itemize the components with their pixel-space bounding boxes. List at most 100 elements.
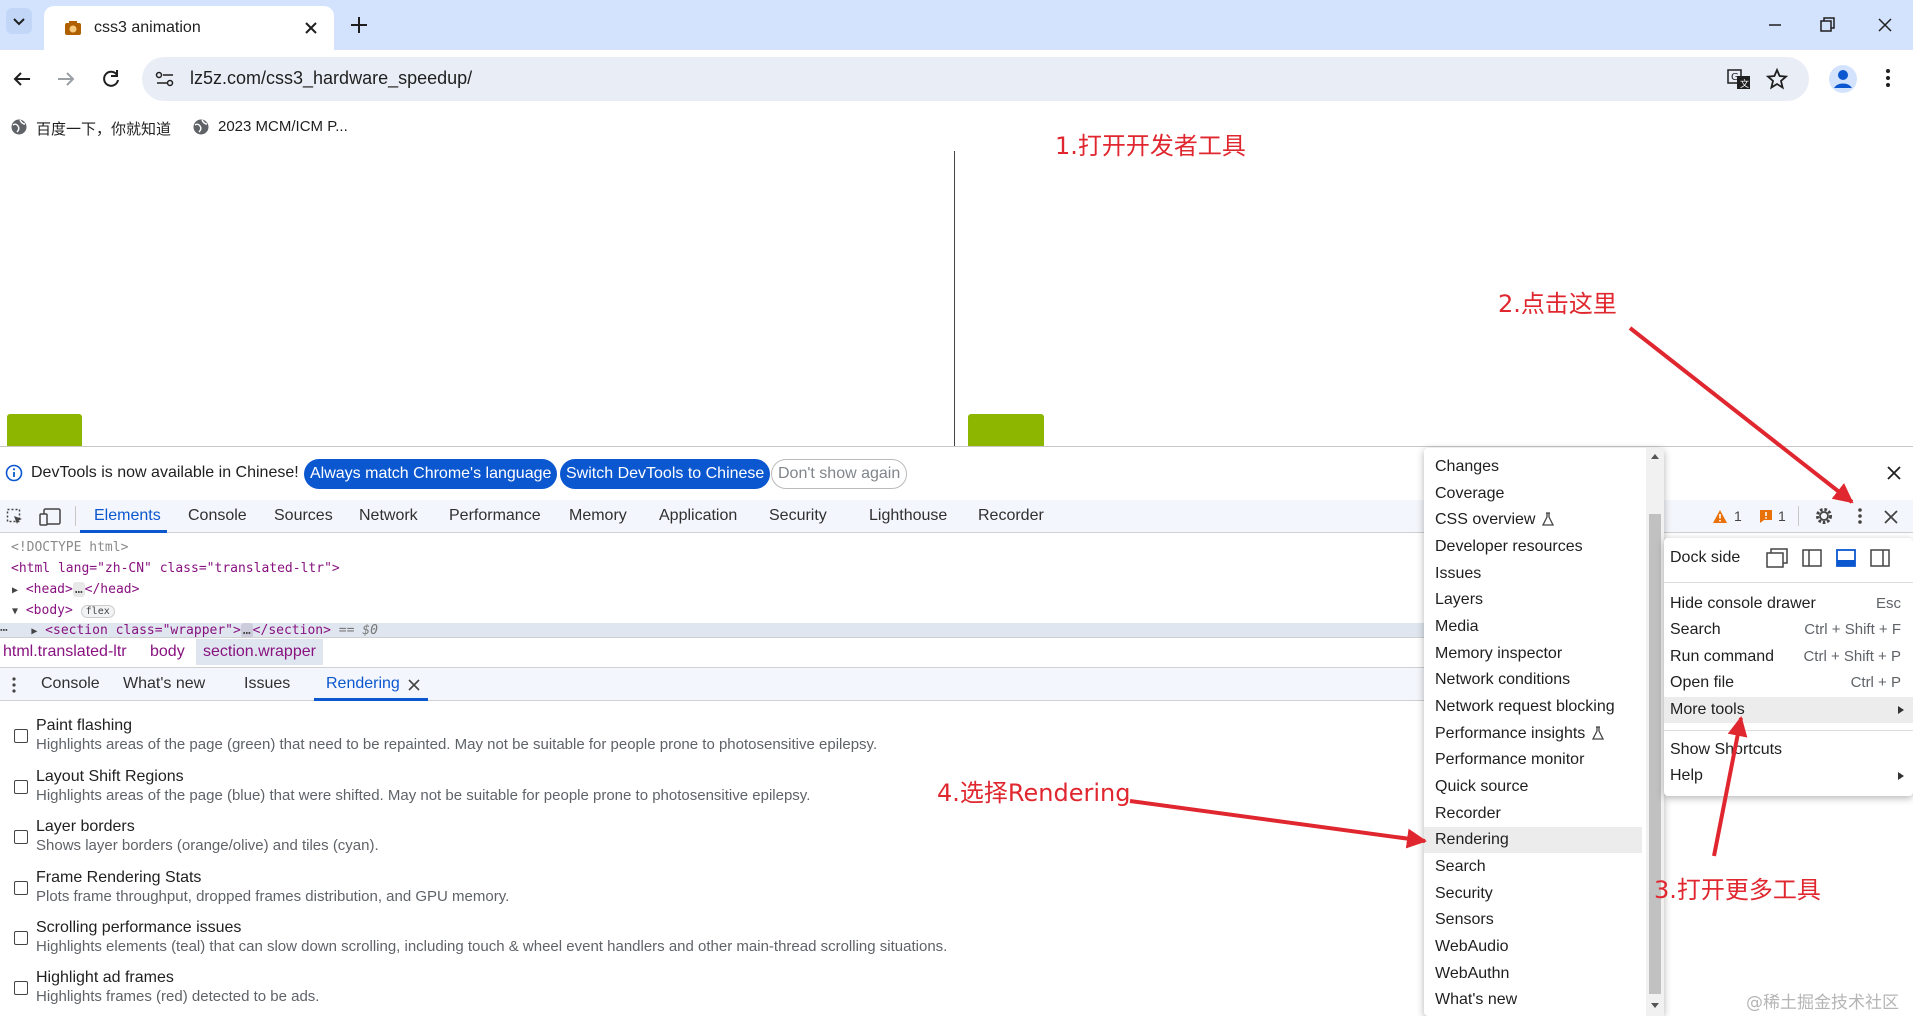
dom-line[interactable]: ▼ <body> flex bbox=[12, 603, 115, 618]
tab-application[interactable]: Application bbox=[659, 507, 737, 525]
tab-memory[interactable]: Memory bbox=[569, 507, 627, 525]
menu-item-search[interactable]: Search bbox=[1424, 854, 1642, 880]
menu-item-performance-insights[interactable]: Performance insights bbox=[1424, 721, 1642, 747]
switch-to-chinese-button[interactable]: Switch DevTools to Chinese bbox=[560, 459, 771, 489]
forward-icon[interactable] bbox=[54, 67, 78, 91]
url-text[interactable]: lz5z.com/css3_hardware_speedup/ bbox=[190, 68, 472, 89]
menu-item-search[interactable]: Search Ctrl + Shift + F bbox=[1670, 617, 1907, 643]
drawer-tab-rendering[interactable]: Rendering bbox=[326, 675, 400, 693]
menu-item-open-file[interactable]: Open file Ctrl + P bbox=[1670, 670, 1907, 696]
dock-right-icon[interactable] bbox=[1870, 548, 1890, 568]
dom-line[interactable]: <html lang="zh-CN" class="translated-ltr… bbox=[11, 561, 340, 576]
warning-icon[interactable] bbox=[1712, 509, 1728, 524]
dont-show-again-button[interactable]: Don't show again bbox=[771, 459, 908, 489]
tab-network[interactable]: Network bbox=[359, 507, 418, 525]
menu-item-network-conditions[interactable]: Network conditions bbox=[1424, 667, 1642, 693]
close-infobar-icon[interactable] bbox=[1886, 465, 1902, 481]
tab-sources[interactable]: Sources bbox=[274, 507, 333, 525]
match-language-button[interactable]: Always match Chrome's language bbox=[304, 459, 558, 489]
menu-item-sensors[interactable]: Sensors bbox=[1424, 907, 1642, 933]
breadcrumb-body[interactable]: body bbox=[150, 643, 185, 661]
issues-icon[interactable] bbox=[1759, 509, 1773, 524]
dom-line-selected[interactable]: ⋯ ▶ <section class="wrapper">… </section>… bbox=[0, 623, 1424, 637]
tab-lighthouse[interactable]: Lighthouse bbox=[869, 507, 947, 525]
minimize-icon[interactable] bbox=[1766, 16, 1784, 34]
tab-elements[interactable]: Elements bbox=[94, 507, 161, 525]
menu-item-show-shortcuts[interactable]: Show Shortcuts bbox=[1670, 737, 1907, 763]
menu-item-help[interactable]: Help bbox=[1670, 763, 1907, 789]
menu-item-run-command[interactable]: Run command Ctrl + Shift + P bbox=[1670, 644, 1907, 670]
menu-item-webauthn[interactable]: WebAuthn bbox=[1424, 961, 1642, 987]
menu-item-coverage[interactable]: Coverage bbox=[1424, 481, 1642, 507]
scroll-up-arrow-icon[interactable] bbox=[1650, 452, 1660, 460]
restore-icon[interactable] bbox=[1818, 16, 1836, 34]
dock-left-icon[interactable] bbox=[1802, 548, 1822, 568]
highlight-ad-frames-checkbox[interactable] bbox=[14, 981, 28, 995]
close-rendering-tab-icon[interactable] bbox=[408, 679, 420, 691]
inspect-element-icon[interactable] bbox=[6, 508, 24, 526]
site-info-icon[interactable] bbox=[154, 69, 176, 89]
close-devtools-icon[interactable] bbox=[1883, 509, 1899, 525]
customize-devtools-icon[interactable] bbox=[1850, 506, 1870, 526]
dom-line[interactable]: <!DOCTYPE html> bbox=[11, 540, 128, 555]
drawer-menu-icon[interactable] bbox=[6, 676, 22, 694]
breadcrumb-section[interactable]: section.wrapper bbox=[196, 639, 323, 665]
profile-avatar-icon[interactable] bbox=[1828, 64, 1858, 94]
address-bar[interactable]: lz5z.com/css3_hardware_speedup/ G文 bbox=[142, 57, 1809, 101]
tab-security[interactable]: Security bbox=[769, 507, 827, 525]
flex-badge[interactable]: flex bbox=[80, 605, 115, 618]
menu-item-media[interactable]: Media bbox=[1424, 614, 1642, 640]
close-window-icon[interactable] bbox=[1875, 15, 1895, 35]
menu-item-issues[interactable]: Issues bbox=[1424, 561, 1642, 587]
breadcrumb-html[interactable]: html.translated-ltr bbox=[3, 643, 127, 661]
menu-item-quick-source[interactable]: Quick source bbox=[1424, 774, 1642, 800]
tab-console[interactable]: Console bbox=[188, 507, 247, 525]
dock-bottom-icon[interactable] bbox=[1836, 548, 1856, 568]
paint-flashing-checkbox[interactable] bbox=[14, 729, 28, 743]
menu-item-webaudio[interactable]: WebAudio bbox=[1424, 934, 1642, 960]
back-icon[interactable] bbox=[10, 67, 34, 91]
menu-item-security[interactable]: Security bbox=[1424, 881, 1642, 907]
undock-icon[interactable] bbox=[1766, 548, 1788, 568]
menu-item-memory-inspector[interactable]: Memory inspector bbox=[1424, 641, 1642, 667]
ellipsis-badge[interactable]: … bbox=[240, 623, 253, 637]
menu-item-changes[interactable]: Changes bbox=[1424, 454, 1642, 480]
menu-item-performance-monitor[interactable]: Performance monitor bbox=[1424, 747, 1642, 773]
drawer-tab-whats-new[interactable]: What's new bbox=[123, 675, 205, 693]
frame-rendering-stats-checkbox[interactable] bbox=[14, 881, 28, 895]
scrolling-performance-checkbox[interactable] bbox=[14, 931, 28, 945]
menu-item-rendering[interactable]: Rendering bbox=[1424, 827, 1642, 853]
settings-gear-icon[interactable] bbox=[1814, 506, 1834, 526]
drawer-tab-console[interactable]: Console bbox=[41, 675, 100, 693]
dom-line[interactable]: ▶ <head>… </head> bbox=[12, 582, 139, 597]
expand-triangle-icon[interactable]: ▶ bbox=[12, 585, 18, 596]
menu-item-recorder[interactable]: Recorder bbox=[1424, 801, 1642, 827]
reload-icon[interactable] bbox=[99, 67, 123, 91]
layout-shift-checkbox[interactable] bbox=[14, 780, 28, 794]
layer-borders-checkbox[interactable] bbox=[14, 830, 28, 844]
close-tab-icon[interactable] bbox=[302, 19, 320, 37]
menu-item-developer-resources[interactable]: Developer resources bbox=[1424, 534, 1642, 560]
translate-icon[interactable]: G文 bbox=[1727, 68, 1751, 90]
menu-item-layers[interactable]: Layers bbox=[1424, 587, 1642, 613]
menu-item-css-overview[interactable]: CSS overview bbox=[1424, 507, 1642, 533]
menu-item-hide-console-drawer[interactable]: Hide console drawer Esc bbox=[1670, 591, 1907, 617]
new-tab-icon[interactable] bbox=[348, 14, 370, 36]
chrome-menu-icon[interactable] bbox=[1876, 66, 1900, 90]
tab-performance[interactable]: Performance bbox=[449, 507, 541, 525]
expand-triangle-icon[interactable]: ▶ bbox=[31, 626, 37, 637]
menu-item-more-tools[interactable]: More tools bbox=[1664, 697, 1913, 723]
tab-search-button[interactable] bbox=[6, 8, 32, 34]
browser-tab[interactable]: css3 animation bbox=[44, 6, 334, 50]
menu-item-whats-new[interactable]: What's new bbox=[1424, 987, 1642, 1013]
bookmark-star-icon[interactable] bbox=[1765, 67, 1789, 91]
ellipsis-badge[interactable]: … bbox=[72, 582, 85, 597]
scrollbar-thumb[interactable] bbox=[1649, 514, 1661, 994]
drawer-tab-issues[interactable]: Issues bbox=[244, 675, 290, 693]
submenu-scrollbar[interactable] bbox=[1646, 448, 1664, 1016]
collapse-triangle-icon[interactable]: ▼ bbox=[12, 606, 18, 617]
tab-recorder[interactable]: Recorder bbox=[978, 507, 1044, 525]
device-toolbar-icon[interactable] bbox=[39, 508, 61, 526]
scroll-down-arrow-icon[interactable] bbox=[1650, 1002, 1660, 1010]
menu-item-network-request-blocking[interactable]: Network request blocking bbox=[1424, 694, 1642, 720]
